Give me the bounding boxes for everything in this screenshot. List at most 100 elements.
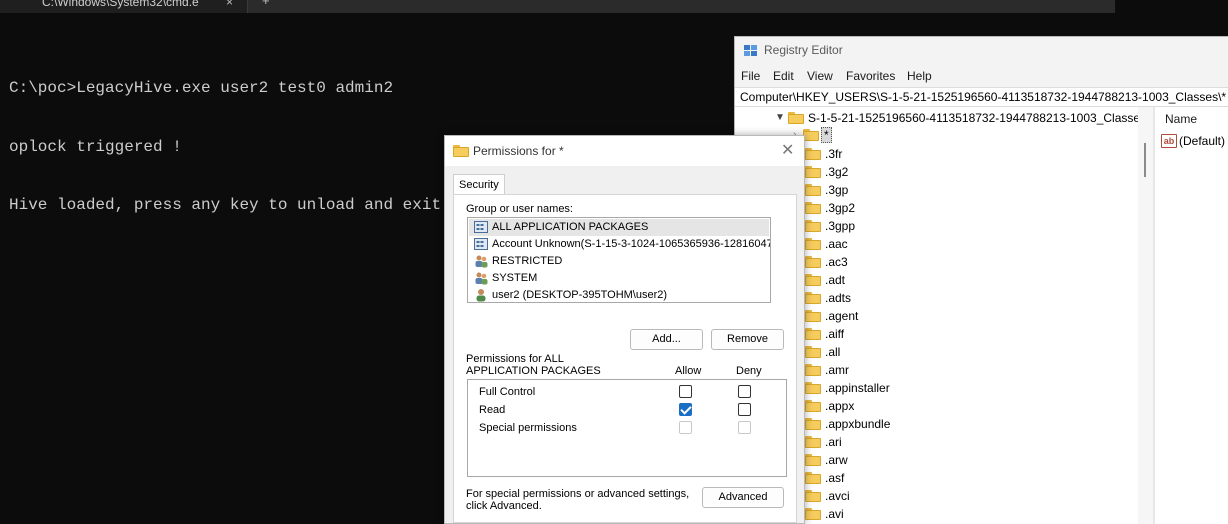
allow-checkbox[interactable] — [679, 403, 692, 416]
terminal-tab-title: C:\Windows\System32\cmd.e — [42, 0, 199, 9]
folder-icon — [805, 490, 821, 502]
window-title: Registry Editor — [764, 43, 843, 57]
folder-icon — [788, 112, 804, 124]
menu-file[interactable]: File — [741, 69, 760, 83]
permission-name: Read — [479, 404, 506, 416]
deny-checkbox[interactable] — [738, 385, 751, 398]
chevron-down-icon[interactable]: ▼ — [775, 112, 785, 123]
user-list-item[interactable]: ALL APPLICATION PACKAGES — [469, 219, 769, 236]
user-name: ALL APPLICATION PACKAGES — [492, 221, 649, 233]
scrollbar-thumb[interactable] — [1144, 143, 1146, 177]
folder-icon — [453, 145, 469, 157]
group-label: Group or user names: — [466, 203, 573, 215]
permissions-list: Full Control Read Special permissions — [467, 379, 787, 477]
menu-view[interactable]: View — [807, 69, 833, 83]
folder-icon — [805, 184, 821, 196]
allow-checkbox — [679, 421, 692, 434]
remove-button[interactable]: Remove — [711, 329, 784, 350]
tree-key-label: .adt — [825, 273, 846, 287]
folder-icon — [805, 220, 821, 232]
tree-key-label: .aac — [825, 237, 848, 251]
permissions-for-label-2: APPLICATION PACKAGES — [466, 365, 601, 377]
column-header-name[interactable]: Name — [1165, 112, 1197, 126]
menu-edit[interactable]: Edit — [773, 69, 794, 83]
package-icon — [474, 238, 488, 250]
tree-key-label: .3g2 — [825, 165, 849, 179]
close-icon[interactable]: ✕ — [781, 140, 794, 160]
tab-label: Security — [459, 179, 499, 191]
tree-key-label: .amr — [825, 363, 849, 377]
add-button[interactable]: Add... — [630, 329, 703, 350]
special-perms-text-2: click Advanced. — [466, 500, 542, 512]
tree-key-label: .appinstaller — [825, 381, 890, 395]
registry-title-bar: Registry Editor — [735, 37, 1228, 65]
permissions-dialog: Permissions for * ✕ Security Group or us… — [444, 135, 805, 524]
user-list[interactable]: ALL APPLICATION PACKAGES Account Unknown(… — [467, 217, 771, 303]
tree-key-label: .ari — [825, 435, 842, 449]
user-name: Account Unknown(S-1-15-3-1024-1065365936… — [492, 238, 771, 250]
folder-icon — [805, 256, 821, 268]
tree-key-label: .avi — [825, 507, 844, 521]
folder-icon — [805, 346, 821, 358]
new-tab-icon[interactable]: + — [262, 0, 270, 8]
permission-name: Full Control — [479, 386, 536, 398]
folder-icon — [805, 238, 821, 250]
deny-header: Deny — [736, 365, 762, 377]
tree-key-label: .adts — [825, 291, 852, 305]
folder-icon — [805, 274, 821, 286]
tree-key-label: .appx — [825, 399, 855, 413]
user-name: RESTRICTED — [492, 255, 563, 267]
close-icon[interactable]: × — [226, 0, 233, 9]
tree-scrollbar[interactable] — [1138, 107, 1153, 524]
folder-icon — [805, 364, 821, 376]
tree-key-label: .3gp — [825, 183, 849, 197]
terminal-output: C:\poc>LegacyHive.exe user2 test0 admin2… — [9, 40, 451, 255]
value-name: (Default) — [1179, 134, 1226, 148]
tree-key-label: .agent — [825, 309, 859, 323]
tree-root-label: S-1-5-21-1525196560-4113518732-194478821… — [808, 111, 1147, 125]
user-list-item[interactable]: Account Unknown(S-1-15-3-1024-1065365936… — [469, 236, 771, 253]
menu-bar: File Edit View Favorites Help — [735, 65, 1228, 87]
users-group-icon — [475, 255, 488, 268]
folder-icon — [805, 418, 821, 430]
folder-icon — [805, 202, 821, 214]
tree-key-label: .3fr — [825, 147, 843, 161]
tree-key-label: .all — [825, 345, 841, 359]
allow-header: Allow — [675, 365, 702, 377]
string-value-icon: ab — [1161, 134, 1177, 148]
folder-icon — [805, 292, 821, 304]
advanced-button[interactable]: Advanced — [702, 487, 784, 508]
security-panel: Group or user names: ALL APPLICATION PAC… — [453, 194, 797, 523]
terminal-line: oplock triggered ! — [9, 137, 182, 156]
folder-icon — [805, 454, 821, 466]
tree-root-node[interactable]: ▼ S-1-5-21-1525196560-4113518732-1944788… — [735, 109, 1153, 127]
user-list-item[interactable]: SYSTEM — [469, 270, 769, 287]
tab-security[interactable]: Security — [453, 174, 505, 195]
values-pane[interactable]: Name ab (Default) — [1155, 107, 1228, 524]
terminal-tab-bar: C:\Windows\System32\cmd.e × + — [0, 0, 1115, 13]
menu-favorites[interactable]: Favorites — [846, 69, 895, 83]
value-row-default[interactable]: ab (Default) — [1161, 133, 1228, 149]
dialog-title-bar: Permissions for * ✕ — [445, 136, 804, 166]
terminal-tab[interactable]: C:\Windows\System32\cmd.e × — [0, 0, 248, 13]
user-list-item[interactable]: user2 (DESKTOP-395TOHM\user2) — [469, 287, 769, 302]
folder-icon — [805, 166, 821, 178]
special-perms-text: For special permissions or advanced sett… — [466, 488, 690, 500]
tree-key-label: .ac3 — [825, 255, 848, 269]
permissions-for-label: Permissions for ALL — [466, 353, 564, 365]
terminal-line: C:\poc>LegacyHive.exe user2 test0 admin2 — [9, 79, 394, 97]
dialog-title: Permissions for * — [473, 144, 564, 158]
address-bar[interactable]: Computer\HKEY_USERS\S-1-5-21-1525196560-… — [735, 87, 1228, 107]
address-path: Computer\HKEY_USERS\S-1-5-21-1525196560-… — [740, 90, 1227, 104]
menu-help[interactable]: Help — [907, 69, 932, 83]
tree-key-label: .3gpp — [825, 219, 856, 233]
deny-checkbox[interactable] — [738, 403, 751, 416]
folder-icon — [805, 508, 821, 520]
terminal-line: Hive loaded, press any key to unload and… — [9, 196, 451, 214]
allow-checkbox[interactable] — [679, 385, 692, 398]
user-list-item[interactable]: RESTRICTED — [469, 253, 769, 270]
user-icon — [476, 289, 486, 302]
tree-key-label: .arw — [825, 453, 848, 467]
user-name: user2 (DESKTOP-395TOHM\user2) — [492, 289, 668, 301]
folder-icon — [803, 129, 819, 141]
